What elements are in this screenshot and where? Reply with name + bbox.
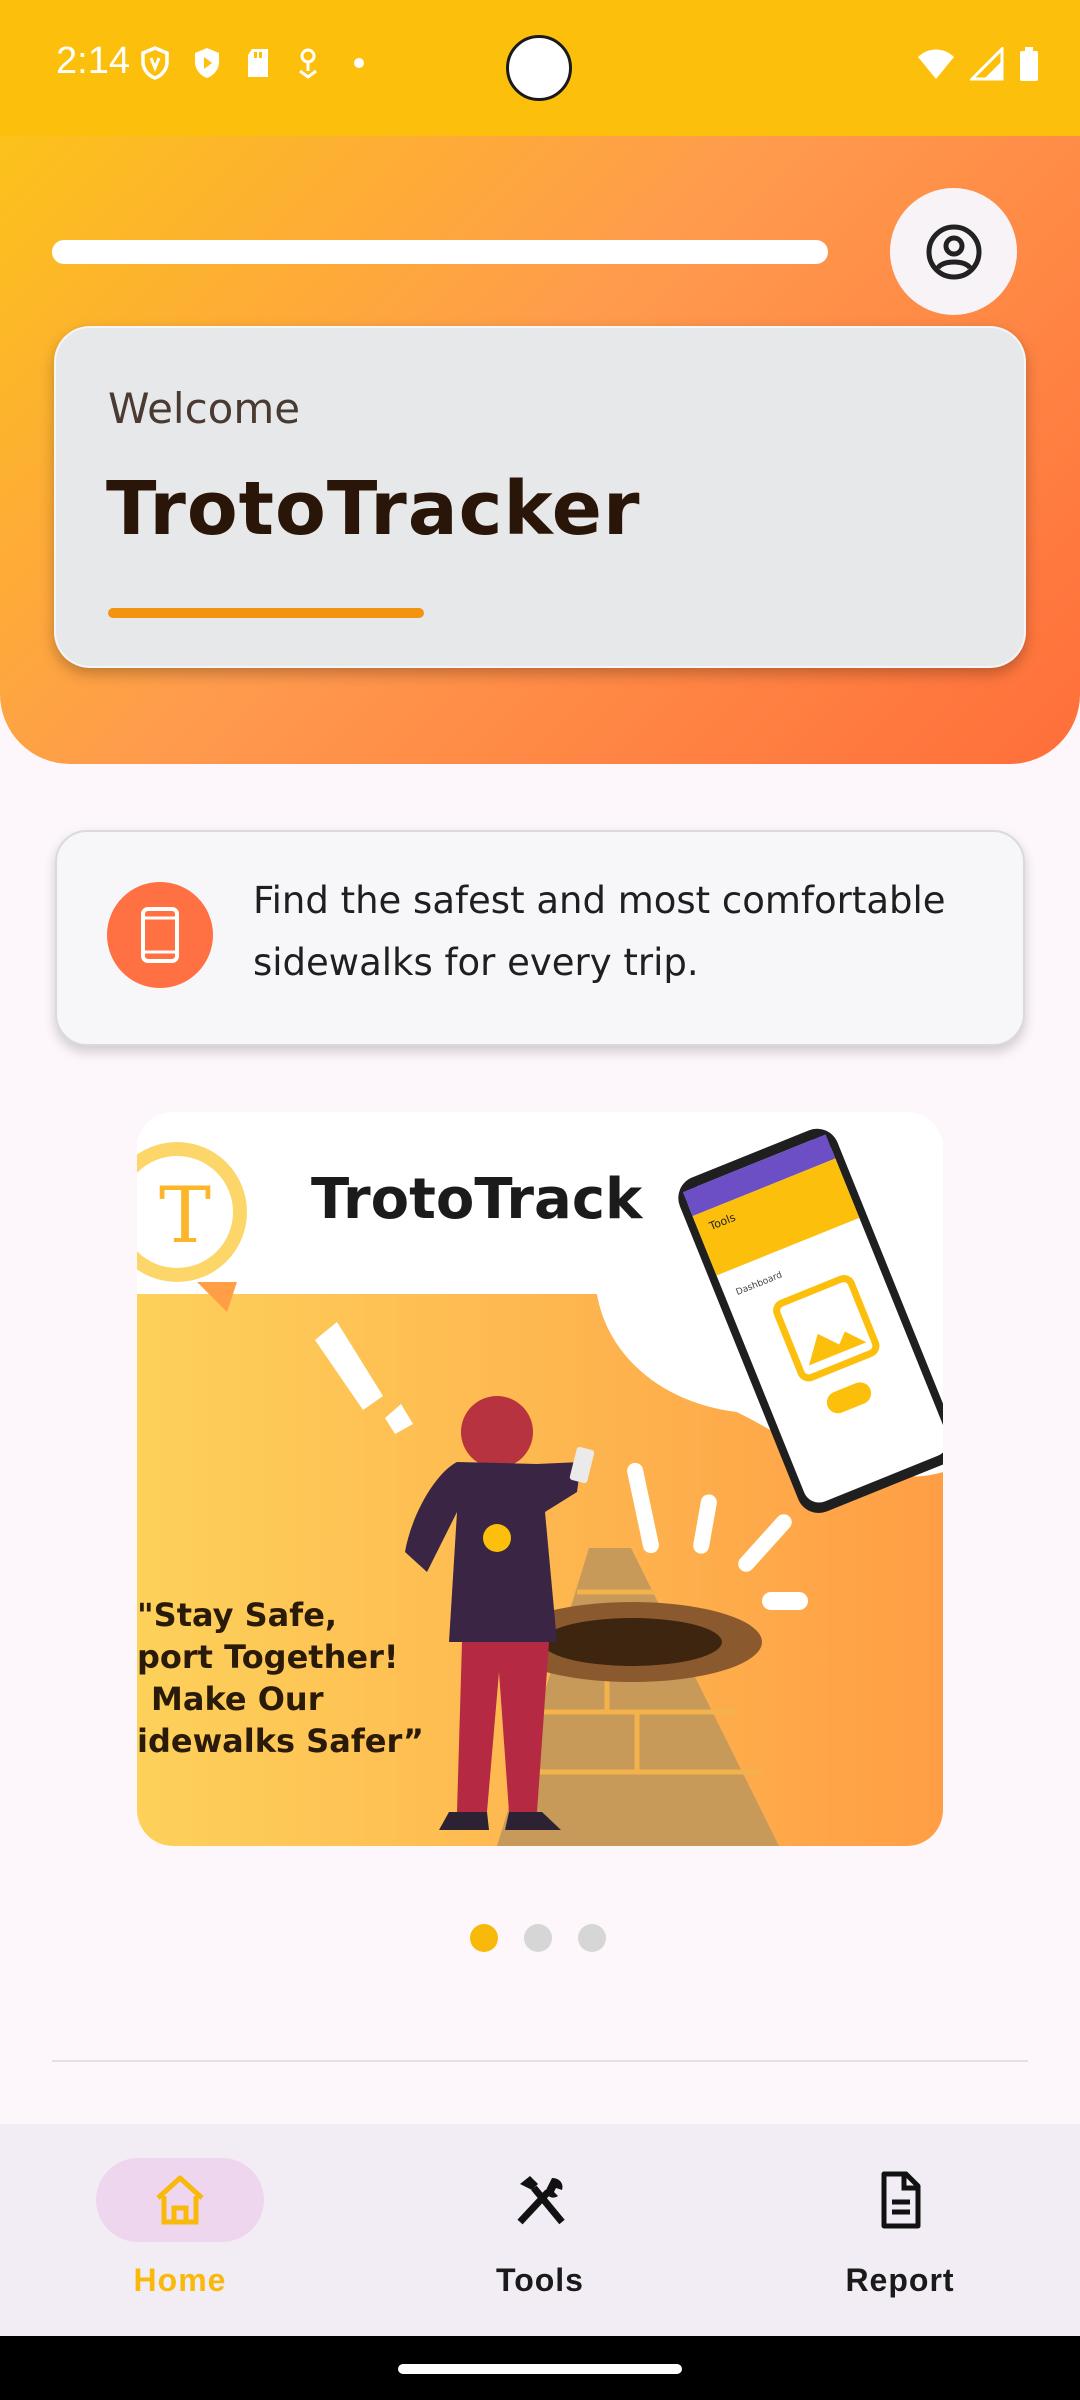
- status-time: 2:14: [56, 40, 130, 82]
- promo-banner[interactable]: T TrotoTrack "Stay Safe, port Together! …: [137, 1112, 943, 1846]
- nav-item-tools[interactable]: Tools: [360, 2124, 720, 2336]
- vpn-shield-icon: [141, 46, 169, 80]
- divider: [52, 2060, 1028, 2062]
- sd-card-icon: [248, 49, 268, 77]
- info-card[interactable]: Find the safest and most comfortable sid…: [55, 830, 1025, 1046]
- search-bar[interactable]: [52, 240, 828, 264]
- smartphone-icon: [141, 907, 179, 963]
- account-circle-icon: [926, 224, 981, 279]
- welcome-label: Welcome: [108, 384, 301, 433]
- carousel-dot[interactable]: [470, 1924, 498, 1952]
- document-icon: [881, 2171, 921, 2229]
- profile-button[interactable]: [890, 188, 1017, 315]
- camera-cutout: [506, 35, 572, 101]
- carousel-dot[interactable]: [578, 1924, 606, 1952]
- battery-icon: [1020, 47, 1038, 81]
- nav-label-home: Home: [133, 2262, 227, 2298]
- carousel-dot[interactable]: [524, 1924, 552, 1952]
- tools-icon: [517, 2176, 565, 2225]
- banner-quote-line-2: port Together!: [137, 1638, 398, 1676]
- signal-icon: [970, 47, 1004, 81]
- welcome-card: Welcome TrotoTracker: [54, 326, 1026, 668]
- banner-title: TrotoTrack: [311, 1167, 644, 1232]
- title-underline: [108, 608, 424, 618]
- info-text: Find the safest and most comfortable sid…: [253, 879, 946, 984]
- banner-quote-line-3: Make Our: [151, 1680, 324, 1718]
- nav-label-report: Report: [845, 2262, 955, 2298]
- location-icon: [299, 48, 317, 79]
- home-icon: [156, 2175, 204, 2225]
- status-icons-left: [140, 46, 374, 80]
- nav-label-tools: Tools: [496, 2262, 584, 2298]
- nav-item-report[interactable]: Report: [720, 2124, 1080, 2336]
- notification-dot-icon: [354, 58, 364, 68]
- status-bar: 2:14: [0, 0, 1080, 136]
- app-title: TrotoTracker: [106, 466, 641, 552]
- banner-quote-line-4: idewalks Safer”: [137, 1722, 424, 1760]
- bottom-navigation: Home Tools Report: [0, 2124, 1080, 2336]
- gesture-navigation-area: [0, 2336, 1080, 2400]
- gesture-handle[interactable]: [398, 2364, 682, 2374]
- carousel-indicator: [470, 1924, 606, 1952]
- banner-illustration: T TrotoTrack "Stay Safe, port Together! …: [137, 1112, 943, 1846]
- banner-quote-line-1: "Stay Safe,: [137, 1596, 337, 1634]
- play-protect-icon: [195, 48, 219, 78]
- banner-logo-letter: T: [159, 1171, 211, 1261]
- info-icon-circle: [107, 882, 213, 988]
- status-icons-right: [916, 46, 1040, 82]
- nav-item-home[interactable]: Home: [0, 2124, 360, 2336]
- wifi-icon: [918, 49, 954, 79]
